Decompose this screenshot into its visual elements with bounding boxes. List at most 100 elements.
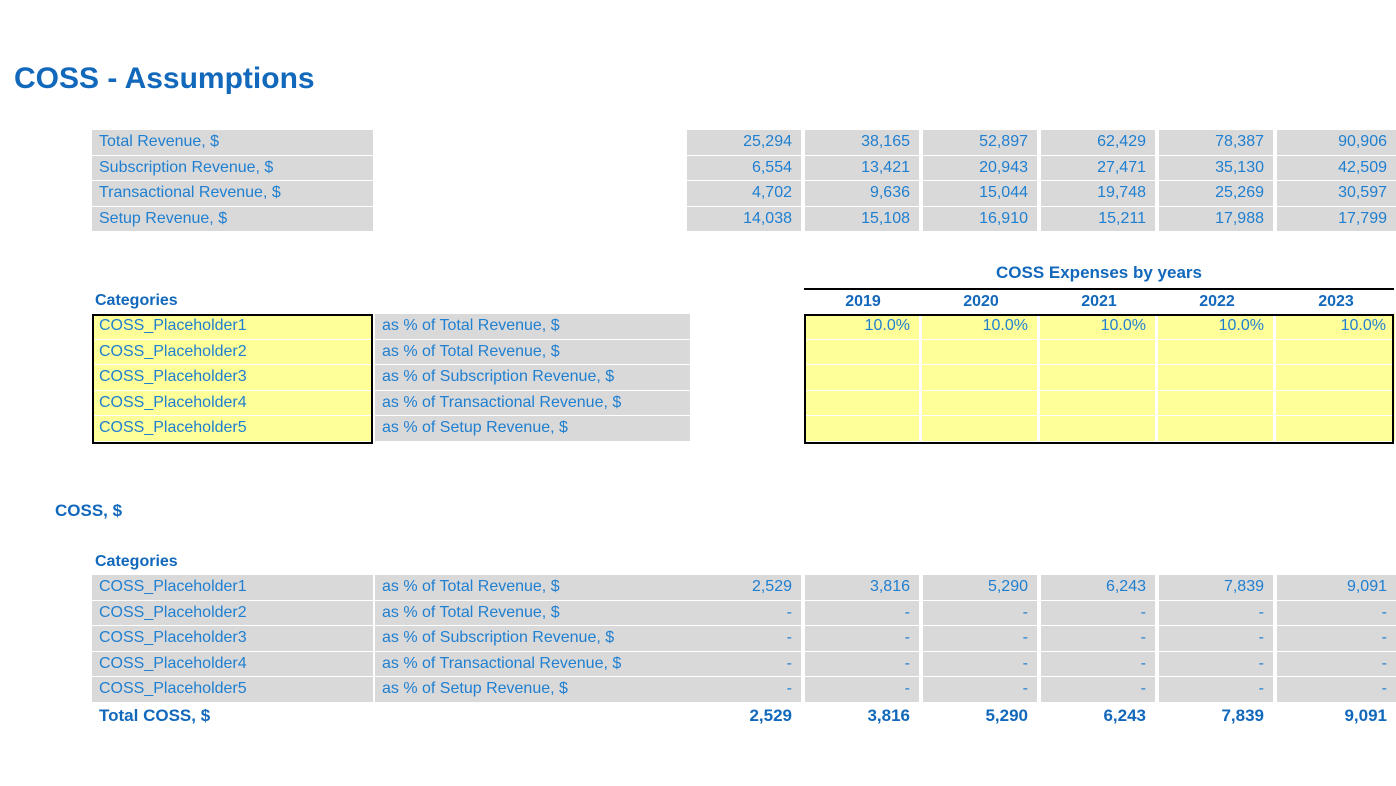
coss-value-cell: - — [1041, 677, 1155, 703]
coss-value-cell: 2,529 — [687, 575, 801, 601]
revenue-value-cell: 62,429 — [1041, 130, 1155, 156]
coss-basis-cell: as % of Subscription Revenue, $ — [375, 626, 690, 652]
year-column-header: 2021 — [1081, 293, 1117, 310]
revenue-value-cell: 16,910 — [923, 206, 1037, 232]
coss-value-cell: - — [687, 677, 801, 703]
percent-input-cell[interactable] — [804, 339, 920, 365]
coss-basis-cell: as % of Setup Revenue, $ — [375, 677, 690, 703]
coss-total-cell: 9,091 — [1344, 705, 1387, 725]
coss-category-cell: COSS_Placeholder3 — [92, 626, 373, 652]
coss-value-cell: - — [1159, 677, 1273, 703]
assumption-category-cell[interactable]: COSS_Placeholder2 — [92, 339, 373, 365]
assumption-basis-cell: as % of Total Revenue, $ — [375, 314, 690, 340]
revenue-value-cell: 25,269 — [1159, 181, 1273, 207]
assumption-basis-cell: as % of Total Revenue, $ — [375, 339, 690, 365]
coss-total-cell: 3,816 — [867, 705, 910, 725]
percent-input-cell[interactable] — [1158, 365, 1274, 391]
year-column-header: 2019 — [845, 293, 881, 310]
percent-input-cell[interactable] — [922, 365, 1038, 391]
coss-value-cell: 7,839 — [1159, 575, 1273, 601]
percent-input-cell[interactable]: 10.0% — [804, 314, 920, 340]
coss-value-cell: - — [687, 600, 801, 626]
revenue-value-cell: 19,748 — [1041, 181, 1155, 207]
revenue-value-cell: 90,906 — [1277, 130, 1396, 156]
coss-value-cell: - — [1041, 651, 1155, 677]
revenue-value-cell: 15,108 — [805, 206, 919, 232]
assumption-basis-cell: as % of Transactional Revenue, $ — [375, 390, 690, 416]
percent-input-cell[interactable] — [922, 390, 1038, 416]
assumption-category-cell[interactable]: COSS_Placeholder3 — [92, 365, 373, 391]
revenue-value-cell: 25,294 — [687, 130, 801, 156]
percent-input-cell[interactable] — [1040, 339, 1156, 365]
total-coss-label: Total COSS, $ — [99, 705, 211, 725]
coss-value-cell: - — [805, 651, 919, 677]
year-column-header: 2020 — [963, 293, 999, 310]
coss-category-cell: COSS_Placeholder2 — [92, 600, 373, 626]
year-column-header: 2022 — [1199, 293, 1235, 310]
percent-input-cell[interactable] — [1276, 365, 1396, 391]
coss-total-cell: 2,529 — [749, 705, 792, 725]
revenue-value-cell: 35,130 — [1159, 155, 1273, 181]
percent-input-cell[interactable] — [922, 416, 1038, 442]
coss-value-cell: - — [805, 600, 919, 626]
percent-input-cell[interactable]: 10.0% — [1276, 314, 1396, 340]
coss-value-cell: - — [1159, 626, 1273, 652]
coss-value-cell: - — [687, 651, 801, 677]
coss-value-cell: - — [1277, 677, 1396, 703]
coss-basis-cell: as % of Total Revenue, $ — [375, 575, 690, 601]
assumption-basis-cell: as % of Subscription Revenue, $ — [375, 365, 690, 391]
year-column-header: 2023 — [1318, 293, 1354, 310]
percent-input-cell[interactable] — [1158, 416, 1274, 442]
expenses-title-rule — [804, 288, 1394, 290]
percent-input-cell[interactable]: 10.0% — [922, 314, 1038, 340]
coss-value-cell: - — [1277, 651, 1396, 677]
revenue-value-cell: 78,387 — [1159, 130, 1273, 156]
assumption-category-cell[interactable]: COSS_Placeholder4 — [92, 390, 373, 416]
coss-value-cell: 5,290 — [923, 575, 1037, 601]
coss-value-cell: - — [1277, 626, 1396, 652]
percent-input-cell[interactable] — [1276, 390, 1396, 416]
coss-value-cell: 3,816 — [805, 575, 919, 601]
assumption-category-cell[interactable]: COSS_Placeholder5 — [92, 416, 373, 442]
assumption-category-cell[interactable]: COSS_Placeholder1 — [92, 314, 373, 340]
coss-value-cell: - — [1159, 651, 1273, 677]
percent-input-cell[interactable] — [804, 365, 920, 391]
percent-input-cell[interactable] — [804, 416, 920, 442]
coss-basis-cell: as % of Total Revenue, $ — [375, 600, 690, 626]
percent-input-cell[interactable] — [1276, 416, 1396, 442]
coss-value-cell: 6,243 — [1041, 575, 1155, 601]
revenue-value-cell: 42,509 — [1277, 155, 1396, 181]
percent-input-cell[interactable] — [1040, 365, 1156, 391]
coss-value-cell: - — [1277, 600, 1396, 626]
percent-input-cell[interactable] — [804, 390, 920, 416]
revenue-value-cell: 14,038 — [687, 206, 801, 232]
coss-value-cell: - — [923, 600, 1037, 626]
revenue-value-cell: 30,597 — [1277, 181, 1396, 207]
coss-value-cell: - — [923, 677, 1037, 703]
percent-input-cell[interactable] — [1276, 339, 1396, 365]
percent-input-cell[interactable] — [1040, 390, 1156, 416]
coss-value-cell: - — [687, 626, 801, 652]
spreadsheet-page: COSS - Assumptions Total Revenue, $ Subsc… — [0, 0, 1396, 786]
percent-input-cell[interactable] — [1040, 416, 1156, 442]
percent-input-cell[interactable]: 10.0% — [1040, 314, 1156, 340]
revenue-row-label: Setup Revenue, $ — [92, 206, 373, 232]
revenue-value-cell: 17,988 — [1159, 206, 1273, 232]
revenue-value-cell: 4,702 — [687, 181, 801, 207]
revenue-value-cell: 20,943 — [923, 155, 1037, 181]
percent-input-cell[interactable]: 10.0% — [1158, 314, 1274, 340]
revenue-value-cell: 9,636 — [805, 181, 919, 207]
coss-total-cell: 6,243 — [1103, 705, 1146, 725]
percent-input-cell[interactable] — [1158, 339, 1274, 365]
coss-total-cell: 7,839 — [1221, 705, 1264, 725]
percent-input-cell[interactable] — [1158, 390, 1274, 416]
coss-categories-header: Categories — [95, 553, 178, 570]
percent-input-cell[interactable] — [922, 339, 1038, 365]
assumptions-categories-header: Categories — [95, 292, 178, 309]
coss-value-cell: - — [1041, 600, 1155, 626]
revenue-row-label: Transactional Revenue, $ — [92, 181, 373, 207]
revenue-row-label: Subscription Revenue, $ — [92, 155, 373, 181]
coss-value-cell: - — [923, 651, 1037, 677]
page-title: COSS - Assumptions — [14, 62, 315, 95]
coss-value-cell: - — [1159, 600, 1273, 626]
